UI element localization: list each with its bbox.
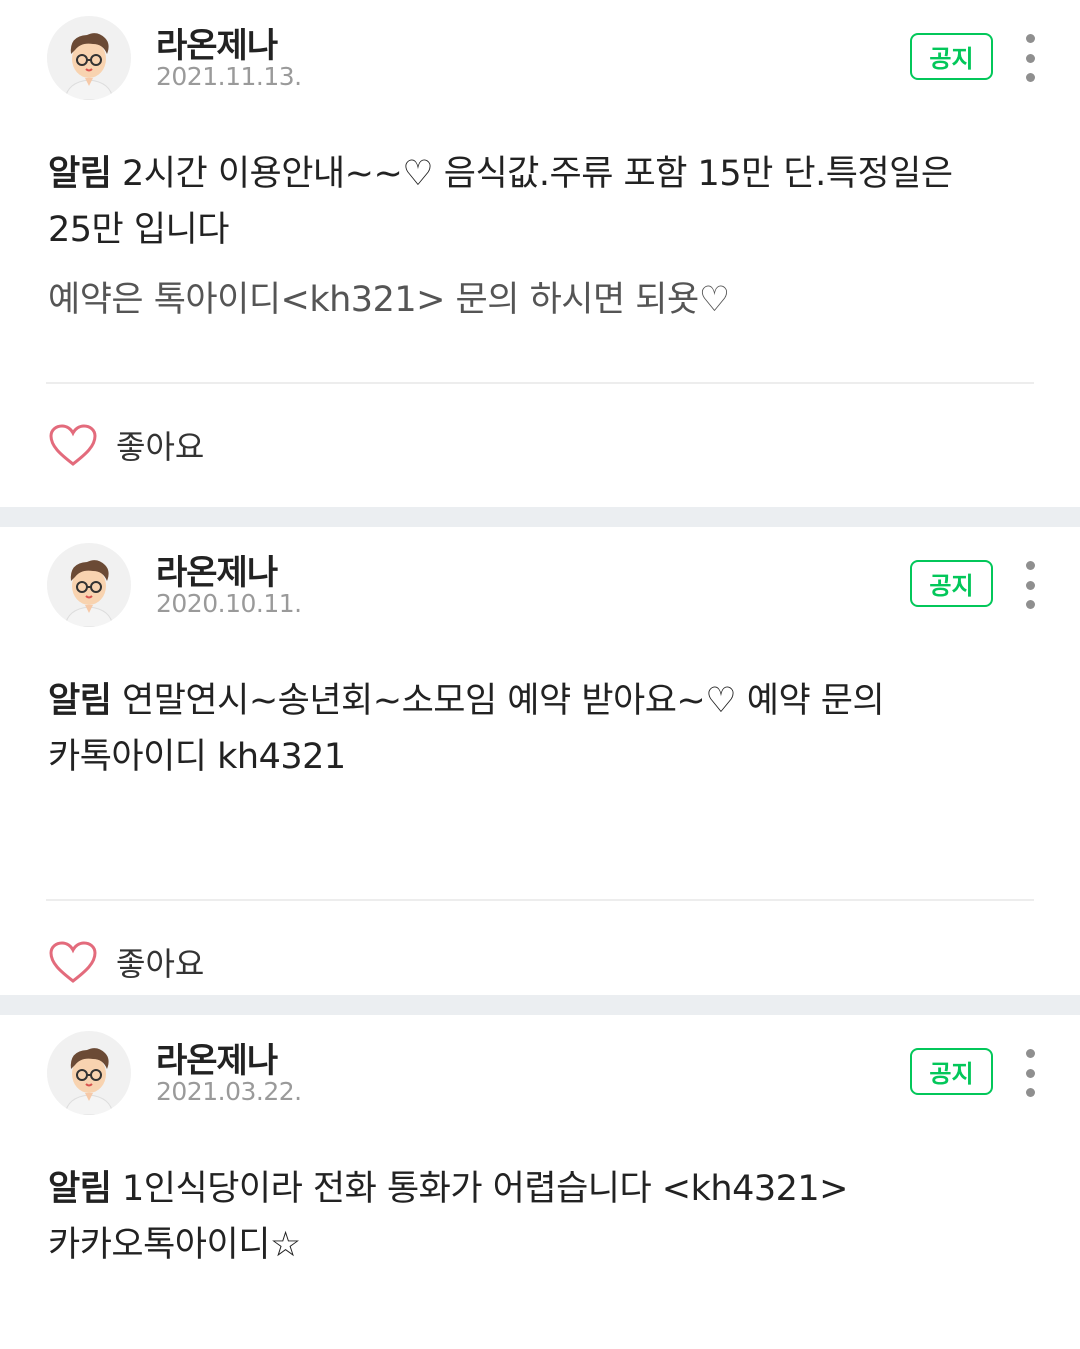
heart-outline-icon [49, 941, 97, 983]
post-text: 알림 연말연시~송년회~소모임 예약 받아요~♡ 예약 문의 카톡아이디 kh4… [48, 673, 1032, 785]
post-card: 라온제나 2021.03.22. 공지 알림 1인식당이라 전화 통화가 어렵습… [0, 1015, 1080, 1349]
post-content: 1인식당이라 전화 통화가 어렵습니다 <kh4321> 카카오톡아이디☆ [48, 1169, 848, 1265]
notice-badge: 공지 [910, 1048, 993, 1095]
post-content: 2시간 이용안내~~♡ 음식값.주류 포함 15만 단.특정일은 25만 입니다 [48, 154, 953, 250]
post-feed: 라온제나 2021.11.13. 공지 알림 2시간 이용안내~~♡ 음식값.주… [0, 0, 1080, 1349]
post-card: 라온제나 2020.10.11. 공지 알림 연말연시~송년회~소모임 예약 받… [0, 527, 1080, 995]
post-date: 2020.10.11. [156, 589, 302, 618]
post-header: 라온제나 2021.03.22. 공지 [0, 1015, 1080, 1125]
author-name[interactable]: 라온제나 [156, 18, 278, 67]
more-vertical-icon[interactable] [1013, 557, 1047, 613]
post-date: 2021.03.22. [156, 1077, 302, 1106]
post-text: 알림 1인식당이라 전화 통화가 어렵습니다 <kh4321> 카카오톡아이디☆ [48, 1161, 1032, 1273]
post-header: 라온제나 2021.11.13. 공지 [0, 0, 1080, 110]
notice-badge: 공지 [910, 33, 993, 80]
post-subtext: 예약은 톡아이디<kh321> 문의 하시면 되욧♡ [48, 280, 730, 320]
like-label: 좋아요 [116, 428, 205, 466]
notice-tag: 알림 [48, 681, 112, 721]
avatar[interactable] [47, 543, 131, 627]
avatar[interactable] [47, 1031, 131, 1115]
like-button[interactable]: 좋아요 [0, 901, 1080, 1023]
post-body[interactable]: 알림 1인식당이라 전화 통화가 어렵습니다 <kh4321> 카카오톡아이디☆ [0, 1125, 1080, 1273]
post-text: 알림 2시간 이용안내~~♡ 음식값.주류 포함 15만 단.특정일은 25만 … [48, 146, 1032, 258]
post-content: 연말연시~송년회~소모임 예약 받아요~♡ 예약 문의 카톡아이디 kh4321 [48, 681, 885, 777]
post-header: 라온제나 2020.10.11. 공지 [0, 527, 1080, 637]
avatar-icon [47, 1031, 131, 1115]
post-date: 2021.11.13. [156, 62, 302, 91]
author-name[interactable]: 라온제나 [156, 545, 278, 594]
post-body[interactable]: 알림 연말연시~송년회~소모임 예약 받아요~♡ 예약 문의 카톡아이디 kh4… [0, 637, 1080, 899]
post-body[interactable]: 알림 2시간 이용안내~~♡ 음식값.주류 포함 15만 단.특정일은 25만 … [0, 110, 1080, 382]
avatar-icon [47, 543, 131, 627]
post-card: 라온제나 2021.11.13. 공지 알림 2시간 이용안내~~♡ 음식값.주… [0, 0, 1080, 507]
heart-outline-icon [49, 424, 97, 466]
like-label: 좋아요 [116, 945, 205, 983]
more-vertical-icon[interactable] [1013, 30, 1047, 86]
avatar[interactable] [47, 16, 131, 100]
notice-tag: 알림 [48, 154, 112, 194]
author-name[interactable]: 라온제나 [156, 1033, 278, 1082]
more-vertical-icon[interactable] [1013, 1045, 1047, 1101]
avatar-icon [47, 16, 131, 100]
like-button[interactable]: 좋아요 [0, 384, 1080, 506]
notice-badge: 공지 [910, 560, 993, 607]
notice-tag: 알림 [48, 1169, 112, 1209]
